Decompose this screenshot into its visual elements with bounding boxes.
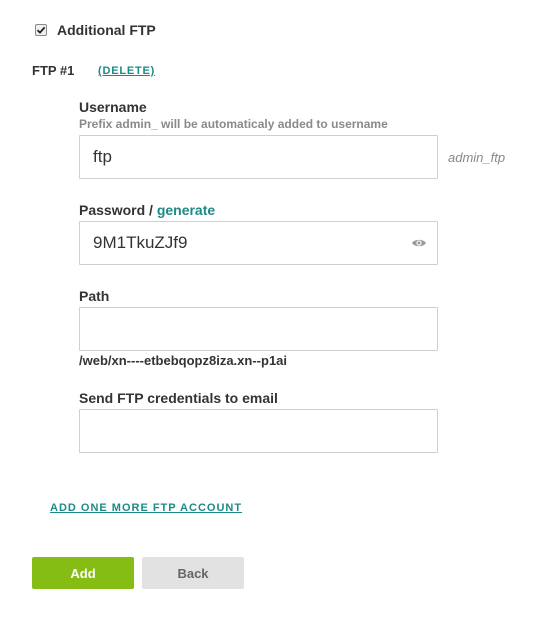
ftp-account-title: FTP #1 [32, 63, 75, 78]
eye-icon[interactable] [411, 237, 427, 249]
password-input[interactable]: 9M1TkuZJf9 [79, 221, 438, 265]
path-label: Path [79, 288, 110, 304]
password-label-row: Password / generate [79, 202, 215, 218]
username-label: Username [79, 99, 147, 115]
resolved-path: /web/xn----etbebqopz8iza.xn--p1ai [79, 353, 288, 368]
delete-ftp-link[interactable]: (DELETE) [98, 65, 155, 77]
checkmark-icon [36, 26, 46, 34]
generate-password-link[interactable]: generate [157, 202, 215, 218]
additional-ftp-row: Additional FTP [35, 22, 156, 38]
username-preview: admin_ftp [448, 150, 506, 165]
path-input[interactable] [79, 307, 438, 351]
username-input[interactable]: ftp [79, 135, 438, 179]
password-value: 9M1TkuZJf9 [93, 233, 188, 252]
username-hint: Prefix admin_ will be automaticaly added… [79, 117, 388, 131]
username-value: ftp [93, 147, 112, 166]
additional-ftp-checkbox[interactable] [35, 24, 47, 36]
email-label: Send FTP credentials to email [79, 390, 278, 406]
add-button[interactable]: Add [32, 557, 134, 589]
add-ftp-account-link[interactable]: ADD ONE MORE FTP ACCOUNT [50, 502, 242, 514]
password-separator: / [145, 202, 157, 218]
password-label: Password [79, 202, 146, 218]
email-input[interactable] [79, 409, 438, 453]
back-button[interactable]: Back [142, 557, 244, 589]
additional-ftp-label: Additional FTP [57, 22, 156, 38]
